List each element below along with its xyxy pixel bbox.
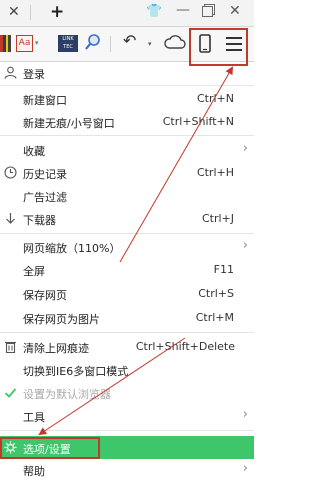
menu-divider <box>0 430 254 431</box>
undo-icon[interactable]: ↶ <box>123 31 136 50</box>
tab-divider <box>30 5 31 20</box>
menu-divider <box>0 135 254 136</box>
menu-item-label: 全屏 <box>23 265 45 278</box>
submenu-arrow-icon: › <box>242 407 248 422</box>
menu-item-label: 切换到IE6多窗口模式 <box>23 365 129 378</box>
new-tab-button[interactable]: + <box>50 2 64 22</box>
menu-item-fullscreen[interactable]: 全屏 F11 <box>0 260 254 281</box>
shortcut-label: Ctrl+N <box>196 92 234 105</box>
submenu-arrow-icon: › <box>242 238 248 253</box>
menu-item-save-as-image[interactable]: 保存网页为图片 Ctrl+M <box>0 308 254 329</box>
clock-icon <box>4 166 17 179</box>
annotation-box-toolbar-buttons <box>189 28 248 66</box>
menu-item-new-window[interactable]: 新建窗口 Ctrl+N <box>0 89 254 110</box>
chevron-down-icon[interactable]: ▾ <box>35 39 39 47</box>
menu-item-label: 帮助 <box>23 465 45 478</box>
extension-icon[interactable] <box>0 35 11 52</box>
menu-item-label: 清除上网痕迹 <box>23 342 89 355</box>
close-tab-button[interactable]: ✕ <box>8 4 20 20</box>
menu-item-history[interactable]: 历史记录 Ctrl+H <box>0 163 254 184</box>
annotation-box-options <box>0 437 100 459</box>
menu-item-label: 工具 <box>23 411 45 424</box>
menu-item-zoom[interactable]: 网页缩放（110%） › <box>0 237 254 258</box>
submenu-arrow-icon: › <box>242 461 248 476</box>
menu-item-login[interactable]: 登录 <box>0 63 254 84</box>
menu-item-label: 收藏 <box>23 145 45 158</box>
checkmark-icon <box>4 388 17 398</box>
close-window-button[interactable]: ✕ <box>229 3 241 19</box>
menu-item-label: 新建窗口 <box>23 94 67 107</box>
menu-item-downloads[interactable]: 下载器 Ctrl+J <box>0 209 254 230</box>
font-extension-icon[interactable]: Aa <box>16 35 33 52</box>
menu-item-ie6-mode[interactable]: 切换到IE6多窗口模式 <box>0 360 254 381</box>
menu-divider <box>0 233 254 234</box>
cloud-icon[interactable] <box>164 33 186 51</box>
menu-item-clear-traces[interactable]: 清除上网痕迹 Ctrl+Shift+Delete <box>0 337 254 358</box>
skin-icon[interactable]: 👕 <box>146 4 162 19</box>
search-extension-icon[interactable] <box>84 33 102 51</box>
shortcut-label: Ctrl+Shift+N <box>162 115 234 128</box>
menu-item-label: 网页缩放（110%） <box>23 242 121 255</box>
shortcut-label: Ctrl+Shift+Delete <box>135 340 235 353</box>
tab-strip: ✕ + 👕 — ✕ <box>0 0 254 27</box>
menu-item-label: 登录 <box>23 68 45 81</box>
shortcut-label: Ctrl+S <box>198 287 234 300</box>
menu-item-label: 设置为默认浏览器 <box>23 388 111 401</box>
menu-item-tools[interactable]: 工具 › <box>0 406 254 427</box>
linktec-extension-icon[interactable]: LINK TEC <box>58 35 78 52</box>
menu-item-label: 广告过滤 <box>23 191 67 204</box>
menu-item-label: 保存网页 <box>23 289 67 302</box>
menu-item-label: 下载器 <box>23 214 56 227</box>
menu-item-set-default[interactable]: 设置为默认浏览器 <box>0 383 254 404</box>
main-menu: 登录 新建窗口 Ctrl+N 新建无痕/小号窗口 Ctrl+Shift+N 收藏… <box>0 62 254 490</box>
shortcut-label: Ctrl+J <box>201 212 234 225</box>
restore-button[interactable] <box>202 6 213 17</box>
trash-icon <box>5 341 16 353</box>
submenu-arrow-icon: › <box>242 141 248 156</box>
menu-item-help[interactable]: 帮助 › <box>0 460 254 481</box>
menu-divider <box>0 85 254 86</box>
chevron-down-icon[interactable]: ▾ <box>148 40 152 48</box>
menu-item-ad-filter[interactable]: 广告过滤 <box>0 186 254 207</box>
shortcut-label: Ctrl+H <box>196 166 234 179</box>
menu-divider <box>0 332 254 333</box>
menu-item-label: 新建无痕/小号窗口 <box>23 117 115 130</box>
minimize-button[interactable]: — <box>176 2 190 18</box>
menu-item-new-incognito[interactable]: 新建无痕/小号窗口 Ctrl+Shift+N <box>0 112 254 133</box>
toolbar-divider <box>110 36 111 52</box>
menu-item-label: 历史记录 <box>23 168 67 181</box>
shortcut-label: Ctrl+M <box>195 311 234 324</box>
download-icon <box>6 213 15 224</box>
shortcut-label: F11 <box>213 263 234 276</box>
menu-item-save-page[interactable]: 保存网页 Ctrl+S <box>0 284 254 305</box>
menu-item-favorites[interactable]: 收藏 › <box>0 140 254 161</box>
menu-item-label: 保存网页为图片 <box>23 313 100 326</box>
user-icon <box>4 66 17 79</box>
